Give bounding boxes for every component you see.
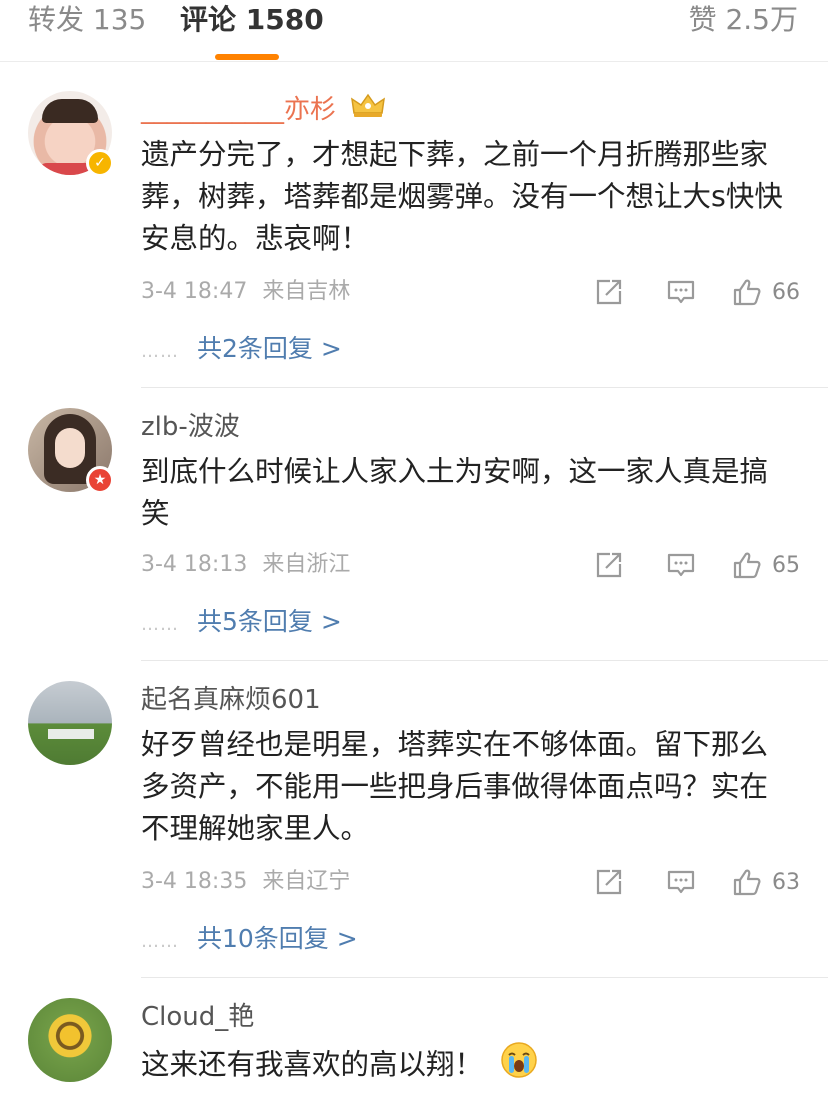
comment-icon[interactable] — [666, 277, 696, 307]
divider — [141, 387, 828, 388]
comment-meta: 3-4 18:13 来自浙江 — [141, 550, 350, 580]
comment-meta: 3-4 18:47 来自吉林 — [141, 277, 350, 307]
username[interactable]: 起名真麻烦601 — [141, 683, 321, 717]
crying-emoji-icon — [500, 1041, 538, 1091]
like-button[interactable]: 65 — [732, 550, 800, 580]
like-count: 63 — [772, 869, 800, 895]
avatar[interactable] — [28, 998, 112, 1082]
comment-icon[interactable] — [666, 550, 696, 580]
like-count: 65 — [772, 552, 800, 578]
like-button[interactable]: 63 — [732, 867, 800, 897]
like-count: 66 — [772, 279, 800, 305]
username[interactable]: Cloud_艳 — [141, 1000, 254, 1034]
replies-count: 共2条回复 > — [197, 334, 342, 363]
verified-badge-icon: ✓ — [86, 149, 114, 177]
comment-text: 这来还有我喜欢的高以翔！ — [141, 1041, 791, 1091]
share-icon[interactable] — [594, 867, 624, 897]
tab-repost[interactable]: 转发 135 — [28, 2, 146, 38]
username[interactable]: zlb-波波 — [141, 410, 240, 444]
share-icon[interactable] — [594, 550, 624, 580]
replies-link[interactable]: …… 共5条回复 > — [141, 605, 342, 642]
replies-count: 共10条回复 > — [197, 924, 358, 953]
avatar[interactable]: ★ — [28, 408, 114, 494]
comment-actions: 65 — [594, 547, 800, 583]
comment-meta: 3-4 18:35 来自辽宁 — [141, 867, 350, 897]
avatar[interactable]: ✓ — [28, 91, 114, 177]
comment-location: 来自吉林 — [262, 279, 351, 304]
crown-icon — [350, 93, 386, 128]
thumbs-up-icon — [733, 869, 761, 896]
divider — [141, 977, 828, 978]
replies-count: 共5条回复 > — [197, 607, 342, 636]
active-tab-indicator — [215, 54, 279, 60]
replies-link[interactable]: …… 共2条回复 > — [141, 332, 342, 369]
replies-dots: …… — [141, 614, 179, 635]
replies-dots: …… — [141, 931, 179, 952]
thumbs-up-icon — [733, 552, 761, 579]
share-icon[interactable] — [594, 277, 624, 307]
tab-likes[interactable]: 赞 2.5万 — [689, 2, 798, 38]
comment-time: 3-4 18:13 — [141, 552, 248, 577]
comment-location: 来自辽宁 — [262, 869, 351, 894]
comment-icon[interactable] — [666, 867, 696, 897]
comment-text-content: 这来还有我喜欢的高以翔！ — [141, 1048, 484, 1081]
replies-dots: …… — [141, 341, 179, 362]
tab-bar: 转发 135 评论 1580 赞 2.5万 — [0, 0, 828, 62]
comment-text: 遗产分完了，才想起下葬，之前一个月折腾那些家葬，树葬，塔葬都是烟雾弹。没有一个想… — [141, 138, 783, 255]
comment-actions: 66 — [594, 274, 800, 310]
comment-time: 3-4 18:47 — [141, 279, 248, 304]
comment-page: 转发 135 评论 1580 赞 2.5万 ✓ ___________亦杉 遗产… — [0, 0, 828, 1116]
replies-link[interactable]: …… 共10条回复 > — [141, 922, 358, 959]
divider — [141, 660, 828, 661]
username[interactable]: ___________亦杉 — [141, 93, 386, 128]
comment-text: 好歹曾经也是明星，塔葬实在不够体面。留下那么多资产，不能用一些把身后事做得体面点… — [141, 728, 769, 845]
comment-text: 到底什么时候让人家入土为安啊，这一家人真是搞笑 — [141, 455, 769, 530]
comment-time: 3-4 18:35 — [141, 869, 248, 894]
like-button[interactable]: 66 — [732, 277, 800, 307]
comment-location: 来自浙江 — [262, 552, 351, 577]
thumbs-up-icon — [733, 279, 761, 306]
member-badge-icon: ★ — [86, 466, 114, 494]
comment-actions: 63 — [594, 864, 800, 900]
tab-comments[interactable]: 评论 1580 — [180, 2, 324, 38]
avatar[interactable] — [28, 681, 112, 765]
